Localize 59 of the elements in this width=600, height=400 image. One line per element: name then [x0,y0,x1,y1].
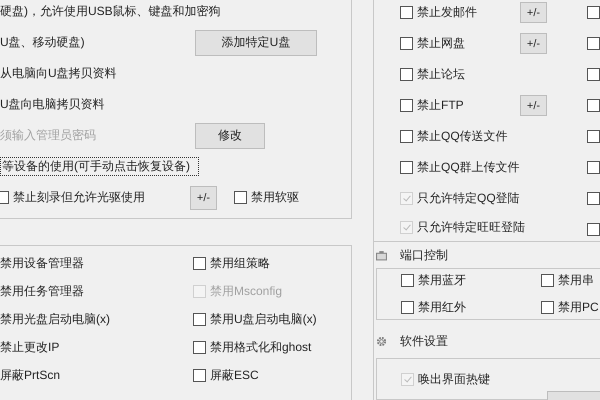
option-label: 禁止更改IP [0,338,60,356]
section-title: 端口控制 [400,246,448,264]
checkbox[interactable] [587,99,600,112]
checkbox[interactable] [587,223,600,236]
option-label: 禁用光盘启动电脑(x) [0,310,111,328]
checkbox-option[interactable]: 禁用红外 [401,299,541,316]
option-label: 禁用任务管理器 [0,282,85,300]
checkbox-option[interactable]: 禁用软驱 [234,189,299,206]
checkbox-option[interactable]: 禁用蓝牙 [401,272,541,289]
checkbox[interactable] [234,191,247,204]
checkbox-option[interactable]: 禁止发邮件 [400,4,520,21]
checkbox[interactable] [587,161,600,174]
add-remove-button[interactable]: +/- [520,95,547,116]
add-remove-button[interactable]: +/- [520,33,547,54]
option-label: U盘向电脑拷贝资料 [0,96,106,113]
option-label: 从电脑向U盘拷贝资料 [0,65,118,82]
checkbox[interactable] [587,6,600,19]
checkbox[interactable] [400,37,413,50]
checkbox[interactable] [587,192,600,205]
checkbox-option[interactable]: 禁止论坛 [400,66,520,83]
checkbox[interactable] [587,130,600,143]
section-title: 软件设置 [400,332,448,350]
checkbox-option[interactable]: 禁止FTP [400,97,520,114]
checkbox-option[interactable]: 禁用PC [541,299,600,316]
checkbox-option[interactable]: 禁止刻录但允许光驱使用 [0,189,180,206]
checkbox[interactable] [401,301,414,314]
checkbox-option[interactable]: 禁止网盘 [400,35,520,52]
checkbox[interactable] [541,301,554,314]
checkbox[interactable] [400,68,413,81]
option-label: 屏蔽PrtScn [0,366,62,384]
checkbox-option[interactable]: 禁用串 [541,272,600,289]
checkbox[interactable] [587,68,600,81]
checkbox[interactable] [193,340,206,354]
add-remove-button[interactable]: +/- [190,186,217,210]
checkbox-option[interactable]: 屏蔽ESC [193,366,259,384]
checkbox-option[interactable]: 禁止QQ传送文件 [400,128,520,145]
option-label: 禁用设备管理器 [0,254,85,272]
checkbox[interactable] [193,256,206,270]
checkbox[interactable] [400,161,413,174]
option-label: 须输入管理员密码 [0,127,97,144]
option-label: U盘、移动硬盘) [0,34,86,51]
port-icon [376,250,387,260]
checkbox-option[interactable]: 禁用格式化和ghost [193,338,312,356]
checkbox[interactable] [193,368,206,382]
checkbox[interactable] [193,312,206,326]
checkbox[interactable] [400,6,413,19]
checkbox[interactable] [541,274,554,287]
checkbox-option[interactable]: 禁用组策略 [193,254,270,272]
option-label[interactable]: 等设备的使用(可手动点击恢复设备) [0,157,199,176]
checkbox[interactable] [401,274,414,287]
settings-icon [376,336,387,346]
checkbox[interactable] [400,99,413,112]
checkbox-option[interactable]: 禁止QQ群上传文件 [400,159,520,176]
checkbox[interactable] [587,37,600,50]
checkbox-option[interactable]: 禁用U盘启动电脑(x) [193,310,317,328]
checkbox[interactable] [400,130,413,143]
option-label: 硬盘)，允许使用USB鼠标、键盘和加密狗 [0,3,221,20]
action-button[interactable]: 添加特定U盘 [195,30,317,56]
add-remove-button[interactable]: +/- [520,2,547,23]
